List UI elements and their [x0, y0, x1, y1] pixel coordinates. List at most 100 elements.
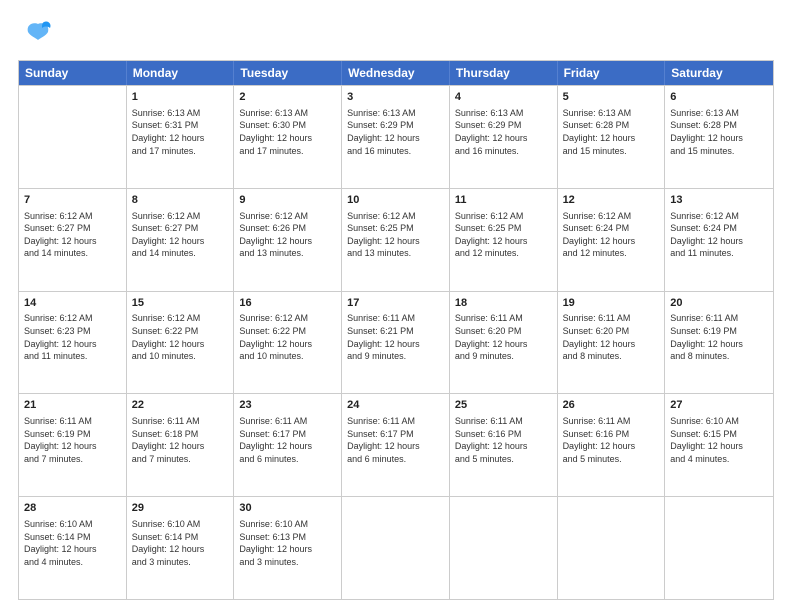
calendar-cell-empty — [450, 497, 558, 599]
day-number: 1 — [132, 90, 229, 105]
cell-info: Sunrise: 6:12 AM Sunset: 6:22 PM Dayligh… — [239, 312, 336, 362]
day-number: 2 — [239, 90, 336, 105]
calendar-row-2: 7 Sunrise: 6:12 AM Sunset: 6:27 PM Daylig… — [19, 188, 773, 291]
day-number: 3 — [347, 90, 444, 105]
calendar-cell-19: 19Sunrise: 6:11 AM Sunset: 6:20 PM Dayli… — [558, 292, 666, 394]
day-number: 21 — [24, 398, 121, 413]
cell-info: Sunrise: 6:13 AM Sunset: 6:29 PM Dayligh… — [455, 107, 552, 157]
cell-info: Sunrise: 6:11 AM Sunset: 6:16 PM Dayligh… — [455, 415, 552, 465]
day-number: 24 — [347, 398, 444, 413]
cell-info: Sunrise: 6:11 AM Sunset: 6:17 PM Dayligh… — [239, 415, 336, 465]
calendar-cell-17: 17Sunrise: 6:11 AM Sunset: 6:21 PM Dayli… — [342, 292, 450, 394]
cell-info: Sunrise: 6:12 AM Sunset: 6:25 PM Dayligh… — [347, 210, 444, 260]
day-number: 29 — [132, 501, 229, 516]
day-number: 26 — [563, 398, 660, 413]
cell-info: Sunrise: 6:12 AM Sunset: 6:26 PM Dayligh… — [239, 210, 336, 260]
logo — [18, 18, 54, 50]
calendar-cell-empty — [558, 497, 666, 599]
calendar-cell-24: 24Sunrise: 6:11 AM Sunset: 6:17 PM Dayli… — [342, 394, 450, 496]
calendar-cell-14: 14Sunrise: 6:12 AM Sunset: 6:23 PM Dayli… — [19, 292, 127, 394]
cell-info: Sunrise: 6:10 AM Sunset: 6:14 PM Dayligh… — [132, 518, 229, 568]
cell-info: Sunrise: 6:12 AM Sunset: 6:27 PM Dayligh… — [132, 210, 229, 260]
calendar-cell-2: 2 Sunrise: 6:13 AM Sunset: 6:30 PM Daylig… — [234, 86, 342, 188]
calendar-row-5: 28 Sunrise: 6:10 AM Sunset: 6:14 PM Dayli… — [19, 496, 773, 599]
calendar-cell-11: 11 Sunrise: 6:12 AM Sunset: 6:25 PM Dayli… — [450, 189, 558, 291]
cell-info: Sunrise: 6:13 AM Sunset: 6:28 PM Dayligh… — [670, 107, 768, 157]
cell-info: Sunrise: 6:13 AM Sunset: 6:28 PM Dayligh… — [563, 107, 660, 157]
day-number: 19 — [563, 296, 660, 311]
header-day-thursday: Thursday — [450, 61, 558, 85]
day-number: 9 — [239, 193, 336, 208]
cell-info: Sunrise: 6:12 AM Sunset: 6:27 PM Dayligh… — [24, 210, 121, 260]
calendar-cell-6: 6Sunrise: 6:13 AM Sunset: 6:28 PM Daylig… — [665, 86, 773, 188]
calendar-cell-1: 1 Sunrise: 6:13 AM Sunset: 6:31 PM Daylig… — [127, 86, 235, 188]
cell-info: Sunrise: 6:11 AM Sunset: 6:19 PM Dayligh… — [670, 312, 768, 362]
header-day-wednesday: Wednesday — [342, 61, 450, 85]
calendar-cell-30: 30 Sunrise: 6:10 AM Sunset: 6:13 PM Dayli… — [234, 497, 342, 599]
day-number: 14 — [24, 296, 121, 311]
cell-info: Sunrise: 6:12 AM Sunset: 6:24 PM Dayligh… — [563, 210, 660, 260]
calendar-cell-5: 5 Sunrise: 6:13 AM Sunset: 6:28 PM Daylig… — [558, 86, 666, 188]
day-number: 8 — [132, 193, 229, 208]
calendar-cell-10: 10 Sunrise: 6:12 AM Sunset: 6:25 PM Dayli… — [342, 189, 450, 291]
calendar-cell-18: 18Sunrise: 6:11 AM Sunset: 6:20 PM Dayli… — [450, 292, 558, 394]
cell-info: Sunrise: 6:12 AM Sunset: 6:24 PM Dayligh… — [670, 210, 768, 260]
calendar-cell-3: 3Sunrise: 6:13 AM Sunset: 6:29 PM Daylig… — [342, 86, 450, 188]
calendar-cell-28: 28 Sunrise: 6:10 AM Sunset: 6:14 PM Dayli… — [19, 497, 127, 599]
cell-info: Sunrise: 6:13 AM Sunset: 6:31 PM Dayligh… — [132, 107, 229, 157]
calendar-body: 1 Sunrise: 6:13 AM Sunset: 6:31 PM Daylig… — [19, 85, 773, 599]
calendar-row-4: 21 Sunrise: 6:11 AM Sunset: 6:19 PM Dayli… — [19, 393, 773, 496]
day-number: 17 — [347, 296, 444, 311]
calendar-row-1: 1 Sunrise: 6:13 AM Sunset: 6:31 PM Daylig… — [19, 85, 773, 188]
day-number: 30 — [239, 501, 336, 516]
day-number: 28 — [24, 501, 121, 516]
cell-info: Sunrise: 6:10 AM Sunset: 6:14 PM Dayligh… — [24, 518, 121, 568]
day-number: 23 — [239, 398, 336, 413]
day-number: 25 — [455, 398, 552, 413]
day-number: 15 — [132, 296, 229, 311]
calendar-cell-20: 20Sunrise: 6:11 AM Sunset: 6:19 PM Dayli… — [665, 292, 773, 394]
day-number: 11 — [455, 193, 552, 208]
day-number: 12 — [563, 193, 660, 208]
day-number: 13 — [670, 193, 768, 208]
calendar-cell-23: 23 Sunrise: 6:11 AM Sunset: 6:17 PM Dayli… — [234, 394, 342, 496]
day-number: 16 — [239, 296, 336, 311]
calendar-cell-12: 12 Sunrise: 6:12 AM Sunset: 6:24 PM Dayli… — [558, 189, 666, 291]
cell-info: Sunrise: 6:11 AM Sunset: 6:21 PM Dayligh… — [347, 312, 444, 362]
day-number: 27 — [670, 398, 768, 413]
calendar-cell-22: 22Sunrise: 6:11 AM Sunset: 6:18 PM Dayli… — [127, 394, 235, 496]
header-day-friday: Friday — [558, 61, 666, 85]
header — [18, 18, 774, 50]
day-number: 18 — [455, 296, 552, 311]
cell-info: Sunrise: 6:10 AM Sunset: 6:13 PM Dayligh… — [239, 518, 336, 568]
calendar-cell-26: 26 Sunrise: 6:11 AM Sunset: 6:16 PM Dayli… — [558, 394, 666, 496]
cell-info: Sunrise: 6:13 AM Sunset: 6:30 PM Dayligh… — [239, 107, 336, 157]
day-number: 7 — [24, 193, 121, 208]
calendar-cell-9: 9 Sunrise: 6:12 AM Sunset: 6:26 PM Daylig… — [234, 189, 342, 291]
cell-info: Sunrise: 6:12 AM Sunset: 6:22 PM Dayligh… — [132, 312, 229, 362]
cell-info: Sunrise: 6:11 AM Sunset: 6:19 PM Dayligh… — [24, 415, 121, 465]
calendar-cell-4: 4Sunrise: 6:13 AM Sunset: 6:29 PM Daylig… — [450, 86, 558, 188]
cell-info: Sunrise: 6:11 AM Sunset: 6:16 PM Dayligh… — [563, 415, 660, 465]
calendar-header: SundayMondayTuesdayWednesdayThursdayFrid… — [19, 61, 773, 85]
header-day-tuesday: Tuesday — [234, 61, 342, 85]
cell-info: Sunrise: 6:11 AM Sunset: 6:20 PM Dayligh… — [563, 312, 660, 362]
page: SundayMondayTuesdayWednesdayThursdayFrid… — [0, 0, 792, 612]
calendar-cell-15: 15Sunrise: 6:12 AM Sunset: 6:22 PM Dayli… — [127, 292, 235, 394]
calendar-cell-13: 13 Sunrise: 6:12 AM Sunset: 6:24 PM Dayli… — [665, 189, 773, 291]
day-number: 22 — [132, 398, 229, 413]
calendar: SundayMondayTuesdayWednesdayThursdayFrid… — [18, 60, 774, 600]
calendar-cell-8: 8 Sunrise: 6:12 AM Sunset: 6:27 PM Daylig… — [127, 189, 235, 291]
cell-info: Sunrise: 6:12 AM Sunset: 6:25 PM Dayligh… — [455, 210, 552, 260]
calendar-cell-25: 25 Sunrise: 6:11 AM Sunset: 6:16 PM Dayli… — [450, 394, 558, 496]
calendar-cell-empty — [665, 497, 773, 599]
calendar-cell-7: 7 Sunrise: 6:12 AM Sunset: 6:27 PM Daylig… — [19, 189, 127, 291]
cell-info: Sunrise: 6:12 AM Sunset: 6:23 PM Dayligh… — [24, 312, 121, 362]
cell-info: Sunrise: 6:11 AM Sunset: 6:20 PM Dayligh… — [455, 312, 552, 362]
day-number: 20 — [670, 296, 768, 311]
calendar-cell-29: 29 Sunrise: 6:10 AM Sunset: 6:14 PM Dayli… — [127, 497, 235, 599]
calendar-row-3: 14Sunrise: 6:12 AM Sunset: 6:23 PM Dayli… — [19, 291, 773, 394]
day-number: 5 — [563, 90, 660, 105]
day-number: 10 — [347, 193, 444, 208]
calendar-cell-27: 27Sunrise: 6:10 AM Sunset: 6:15 PM Dayli… — [665, 394, 773, 496]
